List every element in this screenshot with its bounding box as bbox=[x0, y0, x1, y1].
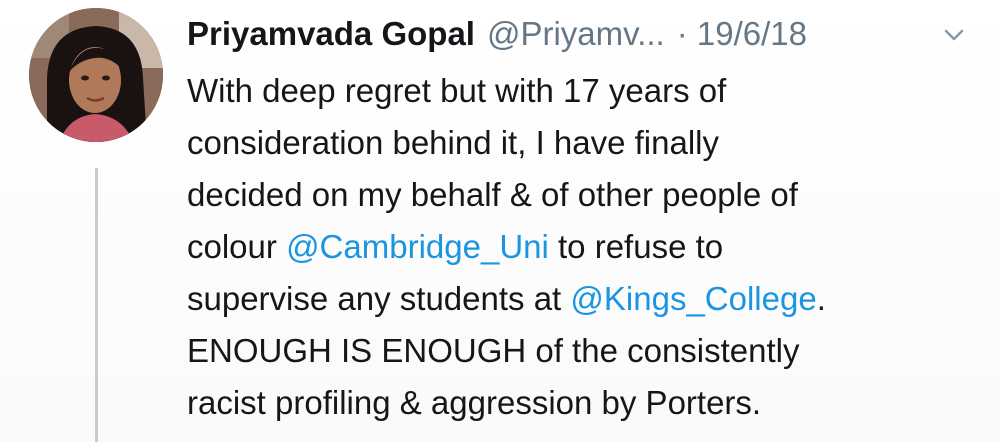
text-segment: With deep regret but with 17 years of bbox=[187, 72, 727, 109]
tweet-text-line: ENOUGH IS ENOUGH of the consistently bbox=[187, 325, 987, 377]
display-name[interactable]: Priyamvada Gopal bbox=[187, 12, 475, 56]
tweet-card[interactable]: Priyamvada Gopal @Priyamv... · 19/6/18 W… bbox=[0, 0, 1000, 442]
user-handle[interactable]: @Priyamv... bbox=[487, 12, 665, 56]
chevron-down-icon[interactable] bbox=[943, 24, 965, 46]
tweet-header: Priyamvada Gopal @Priyamv... · 19/6/18 bbox=[187, 12, 807, 56]
text-segment: to refuse to bbox=[548, 228, 724, 265]
avatar-photo bbox=[29, 8, 163, 142]
text-segment: . bbox=[816, 280, 826, 317]
text-segment: decided on my behalf & of other people o… bbox=[187, 176, 798, 213]
tweet-text-line: consideration behind it, I have finally bbox=[187, 117, 987, 169]
avatar[interactable] bbox=[29, 8, 163, 142]
tweet-text-line: decided on my behalf & of other people o… bbox=[187, 169, 987, 221]
tweet-text-line: supervise any students at @Kings_College… bbox=[187, 273, 987, 325]
text-segment: consideration behind it, I have finally bbox=[187, 124, 719, 161]
tweet-text-line: racist profiling & aggression by Porters… bbox=[187, 377, 987, 429]
mention-link-kings-college[interactable]: @Kings_College bbox=[570, 280, 816, 317]
thread-connector-line bbox=[95, 168, 98, 442]
text-segment: colour bbox=[187, 228, 287, 265]
tweet-text: With deep regret but with 17 years of co… bbox=[187, 65, 987, 429]
tweet-text-line: With deep regret but with 17 years of bbox=[187, 65, 987, 117]
text-segment: supervise any students at bbox=[187, 280, 571, 317]
tweet-date[interactable]: · 19/6/18 bbox=[677, 12, 807, 56]
text-segment: racist profiling & aggression by Porters… bbox=[187, 384, 762, 421]
text-segment: ENOUGH IS ENOUGH of the consistently bbox=[187, 332, 800, 369]
tweet-text-line: colour @Cambridge_Uni to refuse to bbox=[187, 221, 987, 273]
mention-link-cambridge-uni[interactable]: @Cambridge_Uni bbox=[286, 228, 549, 265]
